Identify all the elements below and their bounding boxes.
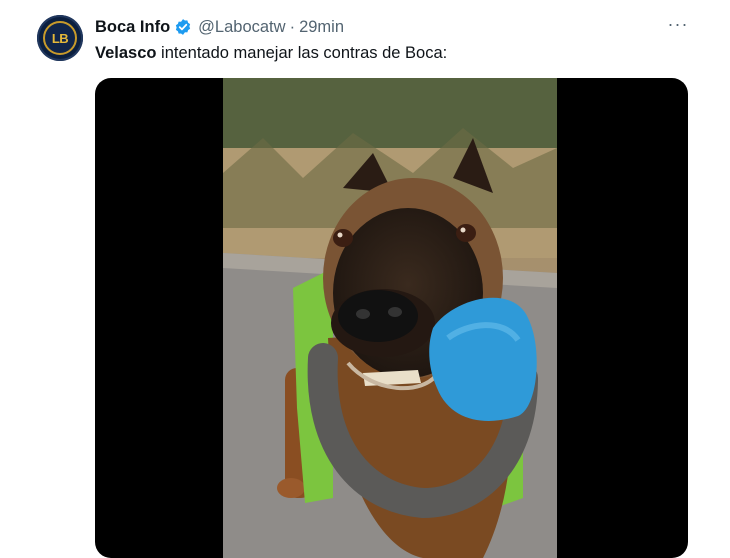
video-player[interactable]: [95, 78, 688, 558]
timestamp[interactable]: 29min: [299, 18, 344, 37]
tweet-text-bold: Velasco: [95, 44, 157, 62]
display-name[interactable]: Boca Info: [95, 18, 170, 37]
tweet-text: Velasco intentado manejar las contras de…: [95, 42, 447, 64]
video-still-image: [223, 78, 557, 558]
user-handle[interactable]: @Labocatw: [198, 18, 285, 37]
video-frame[interactable]: [223, 78, 557, 558]
verified-badge-icon[interactable]: [174, 18, 192, 36]
avatar-initials: LB: [51, 30, 69, 46]
more-options-icon[interactable]: ···: [664, 14, 692, 38]
tweet-card[interactable]: LB Boca Info @Labocatw · 29min ··· Velas…: [0, 0, 730, 558]
avatar[interactable]: LB: [37, 15, 83, 61]
separator-dot: ·: [289, 17, 296, 36]
tweet-header: Boca Info @Labocatw · 29min: [95, 16, 344, 38]
tweet-text-rest: intentado manejar las contras de Boca:: [156, 44, 448, 62]
avatar-logo: LB: [43, 21, 77, 55]
